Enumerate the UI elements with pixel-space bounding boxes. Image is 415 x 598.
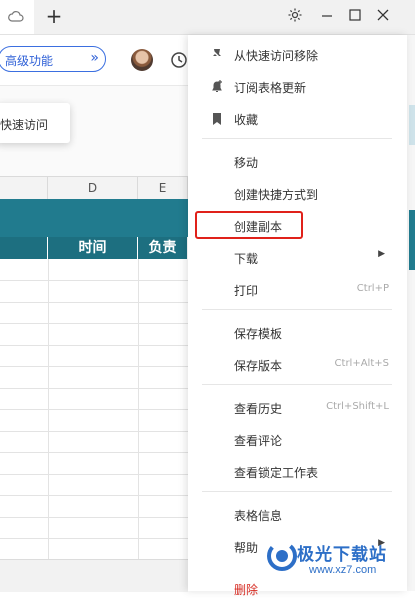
menu-item-shortcut: Ctrl+Shift+L	[326, 401, 389, 412]
table-row[interactable]	[0, 259, 188, 281]
menu-item-label: 帮助	[234, 541, 259, 555]
menu-item-8[interactable]: 打印 Ctrl+P	[188, 276, 407, 304]
menu-item-label: 表格信息	[234, 509, 283, 523]
column-header-e[interactable]: E	[138, 177, 188, 199]
bell-plus-icon	[212, 80, 222, 92]
table-row[interactable]	[0, 517, 188, 539]
menu-item-label: 保存版本	[234, 359, 283, 373]
menu-item-3[interactable]: 收藏	[188, 105, 407, 133]
close-icon[interactable]	[372, 4, 394, 26]
menu-item-9[interactable]: 保存模板	[188, 319, 407, 347]
table-header-row: 时间 负责	[0, 237, 188, 259]
table-row[interactable]	[0, 453, 188, 475]
menu-item-label: 查看锁定工作表	[234, 466, 319, 480]
aurora-logo-icon	[267, 541, 297, 571]
double-chevron-right-icon: »	[90, 50, 99, 66]
menu-item-label: 从快速访问移除	[234, 49, 319, 63]
column-header-row: D E	[0, 176, 188, 200]
menu-item-label: 创建快捷方式到	[234, 188, 319, 202]
unpin-icon	[211, 49, 223, 61]
menu-item-14[interactable]: 表格信息	[188, 501, 407, 529]
quick-access-label: 快速访问	[0, 118, 49, 132]
table-row[interactable]	[0, 281, 188, 303]
header-cell[interactable]	[0, 237, 48, 259]
quick-access-popup[interactable]: 快速访问	[0, 103, 70, 143]
maximize-icon[interactable]	[344, 4, 366, 26]
menu-item-label: 订阅表格更新	[234, 81, 307, 95]
grid-line	[138, 259, 139, 559]
settings-gear-icon[interactable]	[287, 7, 303, 23]
advanced-features-label: 高级功能	[5, 54, 54, 68]
menu-separator	[202, 384, 392, 385]
table-row[interactable]	[0, 410, 188, 432]
title-row[interactable]	[0, 199, 188, 237]
table-row[interactable]	[0, 474, 188, 496]
tab-bar: +	[0, 0, 415, 35]
bookmark-icon	[213, 113, 221, 125]
menu-item-label: 收藏	[234, 113, 259, 127]
column-header-c[interactable]	[0, 177, 48, 199]
cloud-icon	[8, 11, 24, 22]
menu-item-4[interactable]: 移动	[188, 148, 407, 176]
menu-item-10[interactable]: 保存版本 Ctrl+Alt+S	[188, 351, 407, 379]
watermark-name: 极光下载站	[297, 545, 387, 565]
menu-separator	[202, 138, 392, 139]
watermark-url: www.xz7.com	[309, 564, 377, 576]
menu-separator	[202, 491, 392, 492]
menu-item-1[interactable]: 从快速访问移除	[188, 41, 407, 69]
menu-item-shortcut: Ctrl+Alt+S	[334, 358, 389, 369]
menu-item-shortcut: Ctrl+P	[356, 283, 389, 294]
table-row[interactable]	[0, 539, 188, 561]
menu-item-2[interactable]: 订阅表格更新	[188, 73, 407, 101]
avatar[interactable]	[131, 49, 153, 71]
menu-item-label: 打印	[234, 284, 259, 298]
menu-item-7[interactable]: 下载 ▶	[188, 244, 407, 272]
menu-separator	[202, 309, 392, 310]
table-row[interactable]	[0, 367, 188, 389]
new-tab-button[interactable]: +	[42, 4, 66, 28]
table-row[interactable]	[0, 324, 188, 346]
menu-item-13[interactable]: 查看锁定工作表	[188, 458, 407, 486]
history-clock-icon[interactable]	[168, 49, 190, 71]
header-cell-owner[interactable]: 负责	[138, 237, 188, 259]
sheet-bottom-bar	[0, 559, 188, 592]
minimize-icon[interactable]	[316, 4, 338, 26]
menu-item-label: 保存模板	[234, 327, 283, 341]
more-options-menu: 从快速访问移除 订阅表格更新 收藏 移动 创建快捷方式到 创建副本 下载 ▶ 打印 Ctrl+P 保…	[188, 35, 407, 597]
active-tab[interactable]	[0, 0, 34, 34]
menu-item-label: 查看评论	[234, 434, 283, 448]
table-row[interactable]	[0, 388, 188, 410]
highlight-box	[195, 211, 303, 239]
menu-item-delete[interactable]: 删除	[234, 581, 258, 598]
table-row[interactable]	[0, 345, 188, 367]
menu-item-label: 查看历史	[234, 402, 283, 416]
watermark-logo: 极光下载站 www.xz7.com	[265, 537, 413, 589]
submenu-arrow-icon: ▶	[378, 249, 385, 259]
menu-item-11[interactable]: 查看历史 Ctrl+Shift+L	[188, 394, 407, 422]
menu-item-12[interactable]: 查看评论	[188, 426, 407, 454]
header-cell-time[interactable]: 时间	[48, 237, 138, 259]
menu-item-label: 下载	[234, 252, 259, 266]
right-edge-content	[407, 35, 415, 591]
column-header-d[interactable]: D	[48, 177, 138, 199]
menu-item-5[interactable]: 创建快捷方式到	[188, 180, 407, 208]
table-row[interactable]	[0, 302, 188, 324]
table-row[interactable]	[0, 431, 188, 453]
advanced-features-button[interactable]: 高级功能 »	[0, 46, 106, 72]
sheet-grid[interactable]	[0, 259, 188, 561]
grid-line	[48, 259, 49, 559]
table-row[interactable]	[0, 496, 188, 518]
menu-item-label: 移动	[234, 156, 259, 170]
